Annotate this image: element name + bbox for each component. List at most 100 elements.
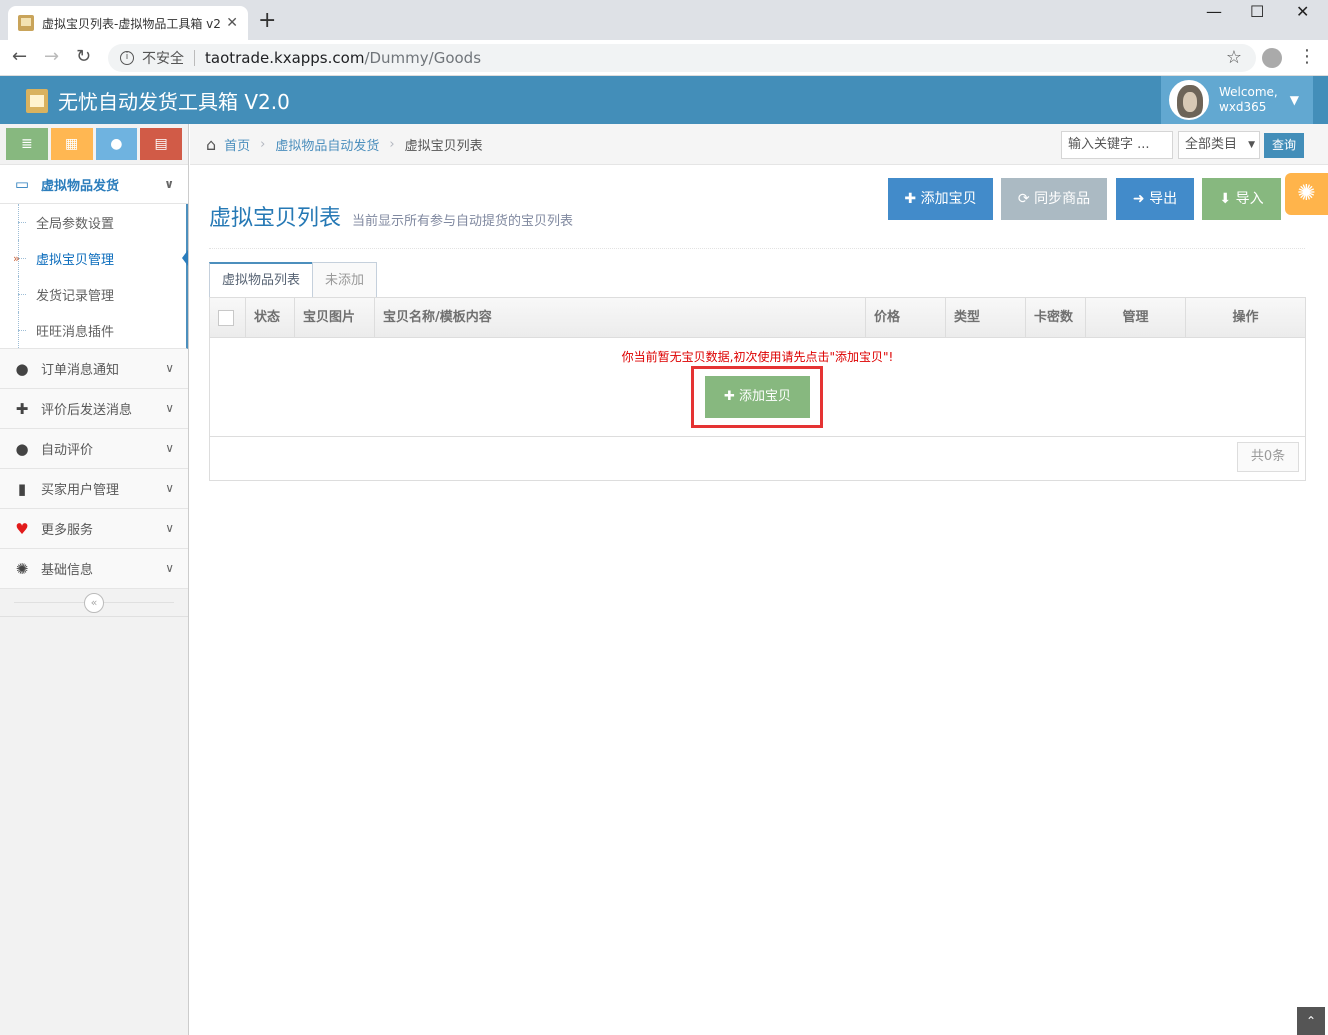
brand[interactable]: 无忧自动发货工具箱 V2.0 (26, 86, 290, 115)
close-window-icon[interactable]: ✕ (1296, 2, 1309, 21)
reload-icon[interactable]: ↻ (76, 46, 91, 67)
import-button[interactable]: ⬇ 导入 (1202, 178, 1281, 220)
sidebar-item-label: 买家用户管理 (41, 483, 120, 498)
chevron-down-icon: ∨ (165, 441, 174, 455)
keyword-search-input[interactable]: 输入关键字 ... (1061, 131, 1173, 159)
breadcrumb-section[interactable]: 虚拟物品自动发货 (275, 135, 379, 154)
page-subtitle: 当前显示所有参与自动提货的宝贝列表 (352, 214, 574, 229)
plus-icon: ✚ (723, 389, 739, 404)
import-label: 导入 (1235, 191, 1264, 207)
info-icon[interactable]: i (120, 51, 134, 65)
column-name[interactable]: 宝贝名称/模板内容 (375, 298, 866, 337)
column-image[interactable]: 宝贝图片 (295, 298, 375, 337)
profile-icon[interactable] (1262, 48, 1282, 68)
sidebar-item-buyer-management[interactable]: ▮ 买家用户管理 ∨ (0, 469, 188, 509)
user-text: Welcome, wxd365 (1219, 85, 1278, 115)
select-arrow-icon: ▼ (1248, 140, 1255, 150)
column-manage[interactable]: 管理 (1086, 298, 1186, 337)
user-menu[interactable]: Welcome, wxd365 ▼ (1161, 76, 1313, 124)
submenu-item-global-settings[interactable]: 全局参数设置 (0, 204, 186, 240)
tab-not-added[interactable]: 未添加 (312, 262, 378, 298)
settings-gear-icon[interactable]: ✺ (1285, 173, 1328, 215)
sidebar-collapse-row: « (0, 589, 188, 617)
comment-shortcut-icon[interactable]: ● (95, 128, 138, 160)
credit-card-icon: ▭ (14, 175, 30, 193)
sidebar-item-label: 虚拟物品发货 (41, 178, 120, 194)
username-label: wxd365 (1219, 100, 1267, 114)
double-angle-right-icon: » (13, 251, 20, 265)
address-bar[interactable]: i 不安全 taotrade.kxapps.com /Dummy/Goods ☆ (108, 44, 1256, 72)
minimize-icon[interactable]: — (1206, 2, 1222, 21)
active-caret-icon (182, 250, 188, 266)
submenu-item-delivery-records[interactable]: 发货记录管理 (0, 276, 186, 312)
book-shortcut-icon[interactable]: ▤ (140, 128, 182, 160)
column-price[interactable]: 价格 (866, 298, 946, 337)
brand-title: 无忧自动发货工具箱 V2.0 (58, 90, 290, 114)
signal-shortcut-icon[interactable]: ≣ (6, 128, 48, 160)
welcome-label: Welcome, (1219, 85, 1278, 99)
sidebar-item-order-notify[interactable]: ● 订单消息通知 ∨ (0, 349, 188, 389)
breadcrumb-home[interactable]: 首页 (224, 135, 250, 154)
back-icon[interactable]: ← (12, 46, 27, 67)
app-navbar: 无忧自动发货工具箱 V2.0 (0, 76, 1328, 124)
column-status[interactable]: 状态 (246, 298, 295, 337)
close-tab-icon[interactable]: ✕ (226, 15, 238, 31)
page-title: 虚拟宝贝列表 当前显示所有参与自动提货的宝贝列表 (209, 200, 573, 232)
sync-goods-label: 同步商品 (1034, 191, 1091, 207)
forward-icon[interactable]: → (44, 46, 59, 67)
plus-icon: ✚ (904, 191, 921, 207)
column-type[interactable]: 类型 (946, 298, 1026, 337)
sidebar-item-basic-info[interactable]: ✺ 基础信息 ∨ (0, 549, 188, 589)
add-goods-label: 添加宝贝 (920, 191, 977, 207)
book-icon: ▮ (17, 479, 27, 498)
bookmark-star-icon[interactable]: ☆ (1226, 47, 1242, 68)
submenu-item-virtual-goods[interactable]: » 虚拟宝贝管理 (0, 240, 188, 276)
sidebar-shortcuts: ≣ ▦ ● ▤ (0, 124, 188, 164)
sidebar-item-review-message[interactable]: ✚ 评价后发送消息 ∨ (0, 389, 188, 429)
scroll-to-top-icon[interactable]: ⌃ (1297, 1007, 1325, 1035)
sidebar-item-more-services[interactable]: ♥ 更多服务 ∨ (0, 509, 188, 549)
sidebar: ≣ ▦ ● ▤ ▭ 虚拟物品发货 ∨ 全局参数设置 » 虚拟宝贝管理 发货记录管… (0, 124, 189, 1035)
add-goods-button[interactable]: ✚ 添加宝贝 (888, 178, 993, 220)
comment-icon: ● (15, 359, 29, 378)
submenu-label: 发货记录管理 (36, 288, 115, 304)
collapse-sidebar-icon[interactable]: « (84, 593, 104, 613)
category-select-value: 全部类目 (1185, 137, 1238, 152)
category-select[interactable]: 全部类目 ▼ (1178, 131, 1260, 159)
submenu-label: 旺旺消息插件 (36, 324, 115, 340)
chevron-down-icon: ∨ (165, 481, 174, 495)
insecure-label: 不安全 (142, 51, 184, 67)
select-all-checkbox[interactable] (218, 310, 234, 326)
caret-down-icon: ▼ (1289, 93, 1299, 107)
new-tab-icon[interactable]: + (258, 9, 276, 33)
submenu-item-wangwang-plugin[interactable]: 旺旺消息插件 (0, 312, 186, 348)
tab-virtual-goods-list[interactable]: 虚拟物品列表 (209, 262, 314, 298)
calendar-shortcut-icon[interactable]: ▦ (50, 128, 93, 160)
sidebar-item-auto-review[interactable]: ● 自动评价 ∨ (0, 429, 188, 469)
query-button[interactable]: 查询 (1264, 133, 1304, 158)
chevron-down-icon: ∨ (165, 401, 174, 415)
breadcrumb-separator-icon: › (260, 136, 266, 152)
url-host: taotrade.kxapps.com (205, 49, 365, 67)
table-footer: 共0条 (210, 437, 1305, 481)
maximize-icon[interactable]: ☐ (1250, 2, 1264, 21)
sidebar-item-label: 更多服务 (41, 523, 94, 538)
menu-kebab-icon[interactable]: ⋮ (1298, 46, 1316, 67)
empty-message: 你当前暂无宝贝数据,初次使用请先点击"添加宝贝"! (621, 350, 894, 364)
column-actions[interactable]: 操作 (1186, 298, 1305, 337)
table-header: 状态 宝贝图片 宝贝名称/模板内容 价格 类型 卡密数 管理 操作 (210, 298, 1305, 338)
sync-goods-button[interactable]: ⟳ 同步商品 (1001, 178, 1107, 220)
browser-tab[interactable]: 虚拟宝贝列表-虚拟物品工具箱 v2 ✕ (8, 6, 248, 40)
address-separator (194, 50, 195, 66)
brand-box-icon (26, 88, 48, 113)
sidebar-item-label: 基础信息 (41, 563, 94, 578)
breadcrumb-current: 虚拟宝贝列表 (404, 138, 483, 154)
sidebar-item-virtual-delivery[interactable]: ▭ 虚拟物品发货 ∨ (0, 164, 188, 204)
browser-toolbar: ← → ↻ i 不安全 taotrade.kxapps.com /Dummy/G… (0, 40, 1328, 76)
arrow-right-icon: ➜ (1132, 191, 1150, 207)
select-all-cell (210, 298, 246, 337)
url-path: /Dummy/Goods (364, 49, 482, 67)
column-card-count[interactable]: 卡密数 (1026, 298, 1086, 337)
export-button[interactable]: ➜ 导出 (1116, 178, 1194, 220)
inline-add-goods-button[interactable]: ✚ 添加宝贝 (705, 376, 810, 418)
